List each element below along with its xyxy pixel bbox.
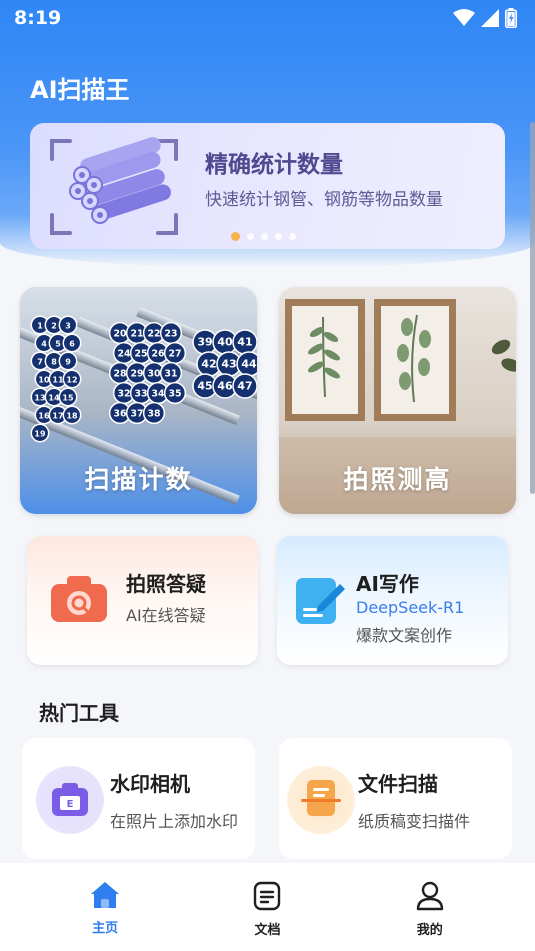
pipe-marker-number: 43 bbox=[221, 358, 236, 371]
pipe-marker-number: 45 bbox=[197, 380, 212, 393]
banner-title: 精确统计数量 bbox=[205, 152, 343, 178]
tab-profile-label: 我的 bbox=[416, 923, 443, 938]
pipe-marker-number: 18 bbox=[66, 412, 78, 421]
pipe-marker-number: 9 bbox=[65, 358, 71, 367]
tab-documents-label: 文档 bbox=[254, 923, 281, 938]
pipe-marker-number: 42 bbox=[201, 358, 216, 371]
scan-count-label: 扫描计数 bbox=[84, 465, 193, 494]
watermark-camera-card[interactable]: E 水印相机 在照片上添加水印 bbox=[22, 738, 255, 859]
pipe-marker-number: 26 bbox=[151, 349, 164, 360]
pipe-marker-number: 27 bbox=[168, 349, 181, 360]
photo-qa-title: 拍照答疑 bbox=[126, 572, 206, 596]
pipe-marker-number: 24 bbox=[117, 349, 131, 360]
status-time: 8:19 bbox=[14, 7, 62, 29]
status-bar: 8:19 bbox=[0, 0, 535, 36]
steel-pipes-illustration bbox=[50, 137, 178, 235]
document-scan-card[interactable]: 文件扫描 纸质稿变扫描件 bbox=[279, 738, 512, 859]
pipe-marker-number: 23 bbox=[164, 329, 177, 340]
profile-icon bbox=[416, 881, 444, 911]
promo-banner[interactable]: 精确统计数量 快速统计钢管、钢筋等物品数量 bbox=[30, 123, 505, 249]
bottom-tab-bar: 主页 文档 我的 bbox=[0, 863, 535, 951]
watermark-camera-icon: E bbox=[36, 766, 104, 834]
carousel-dot[interactable] bbox=[289, 233, 296, 240]
pipe-marker-number: 16 bbox=[38, 412, 50, 421]
pipe-marker-number: 36 bbox=[113, 409, 126, 420]
app-title: AI扫描王 bbox=[30, 76, 130, 104]
pipe-marker-number: 28 bbox=[113, 369, 126, 380]
battery-icon bbox=[505, 8, 517, 28]
pipe-marker-number: 10 bbox=[38, 376, 50, 385]
ai-write-subtitle: 爆款文案创作 bbox=[356, 626, 453, 645]
status-icons bbox=[453, 8, 517, 28]
pipe-marker-number: 4 bbox=[41, 340, 47, 349]
pipe-marker-number: 17 bbox=[52, 412, 63, 421]
pipe-marker-number: 22 bbox=[147, 329, 160, 340]
pipe-marker-number: 29 bbox=[130, 369, 143, 380]
pipe-marker-number: 6 bbox=[69, 340, 75, 349]
pipe-marker-number: 32 bbox=[117, 389, 130, 400]
pen-document-icon bbox=[296, 578, 345, 624]
scan-count-card[interactable]: 1 2 3 4 5 6 7 8 9 10 11 12 13 14 15 16 17 18 19 20 21 22 23 24 2… bbox=[20, 287, 257, 514]
pipe-marker-number: 33 bbox=[134, 389, 147, 400]
tab-home-label: 主页 bbox=[92, 921, 119, 936]
home-icon bbox=[91, 882, 120, 908]
tab-home[interactable]: 主页 bbox=[55, 863, 155, 951]
photo-qa-subtitle: AI在线答疑 bbox=[126, 606, 206, 625]
pipe-marker-number: 3 bbox=[65, 322, 71, 331]
pipe-marker-number: 21 bbox=[130, 329, 143, 340]
ai-write-title: AI写作 bbox=[356, 572, 419, 596]
wifi-icon bbox=[453, 9, 475, 26]
tab-profile[interactable]: 我的 bbox=[380, 863, 480, 951]
pipe-marker-number: 40 bbox=[217, 336, 233, 349]
pipe-marker-number: 13 bbox=[34, 394, 45, 403]
pipe-marker-number: 2 bbox=[51, 322, 57, 331]
pipe-marker-number: 41 bbox=[237, 336, 252, 349]
scrollbar[interactable] bbox=[530, 122, 535, 494]
pipe-marker-number: 19 bbox=[34, 430, 46, 439]
pipe-marker-number: 39 bbox=[197, 336, 212, 349]
signal-icon bbox=[481, 9, 499, 27]
watermark-camera-title: 水印相机 bbox=[110, 772, 190, 796]
pipe-marker-number: 25 bbox=[134, 349, 147, 360]
pipe-markers: 1 2 34 5 67 8 910 11 1213 14 1516 17 181920 21 22 2324 2… bbox=[30, 315, 257, 443]
document-icon bbox=[254, 881, 281, 911]
carousel-dot-active[interactable] bbox=[231, 232, 240, 241]
pipe-marker-number: 44 bbox=[241, 358, 257, 371]
ai-write-card[interactable]: AI写作 DeepSeek-R1 爆款文案创作 bbox=[277, 536, 508, 665]
pipe-marker-number: 35 bbox=[168, 389, 181, 400]
carousel-dot[interactable] bbox=[275, 233, 282, 240]
pipe-marker-number: 7 bbox=[37, 358, 43, 367]
document-scan-subtitle: 纸质稿变扫描件 bbox=[358, 812, 471, 831]
document-scan-title: 文件扫描 bbox=[358, 772, 438, 796]
pipe-marker-number: 37 bbox=[130, 409, 143, 420]
pipe-marker-number: 15 bbox=[62, 394, 74, 403]
pipe-marker-number: 46 bbox=[217, 380, 233, 393]
carousel-dot[interactable] bbox=[247, 233, 254, 240]
pipe-marker-number: 34 bbox=[151, 389, 165, 400]
ai-write-model-badge: DeepSeek-R1 bbox=[356, 598, 465, 617]
pipe-marker-number: 14 bbox=[48, 394, 60, 403]
pipe-marker-number: 38 bbox=[147, 409, 160, 420]
pipe-marker-number: 5 bbox=[55, 340, 61, 349]
pipe-marker-number: 31 bbox=[164, 369, 177, 380]
pipe-marker-number: 11 bbox=[52, 376, 64, 385]
hot-tools-title: 热门工具 bbox=[39, 701, 119, 725]
carousel-dot[interactable] bbox=[261, 233, 268, 240]
pipe-marker-number: 30 bbox=[147, 369, 161, 380]
pipe-marker-number: 1 bbox=[37, 322, 43, 331]
carousel-indicator bbox=[231, 232, 296, 241]
pipe-marker-number: 47 bbox=[237, 380, 252, 393]
document-scan-icon bbox=[287, 766, 355, 834]
camera-icon bbox=[51, 576, 107, 622]
pipe-marker-number: 8 bbox=[51, 358, 57, 367]
tab-documents[interactable]: 文档 bbox=[217, 863, 317, 951]
pipe-marker-number: 12 bbox=[66, 376, 77, 385]
watermark-camera-subtitle: 在照片上添加水印 bbox=[110, 812, 239, 831]
photo-qa-card[interactable]: 拍照答疑 AI在线答疑 bbox=[27, 536, 258, 665]
svg-text:E: E bbox=[67, 799, 74, 810]
measure-height-label: 拍照测高 bbox=[343, 465, 452, 494]
measure-height-card[interactable]: 拍照测高 bbox=[279, 287, 516, 514]
banner-subtitle: 快速统计钢管、钢筋等物品数量 bbox=[205, 190, 443, 210]
pipe-marker-number: 20 bbox=[113, 329, 127, 340]
